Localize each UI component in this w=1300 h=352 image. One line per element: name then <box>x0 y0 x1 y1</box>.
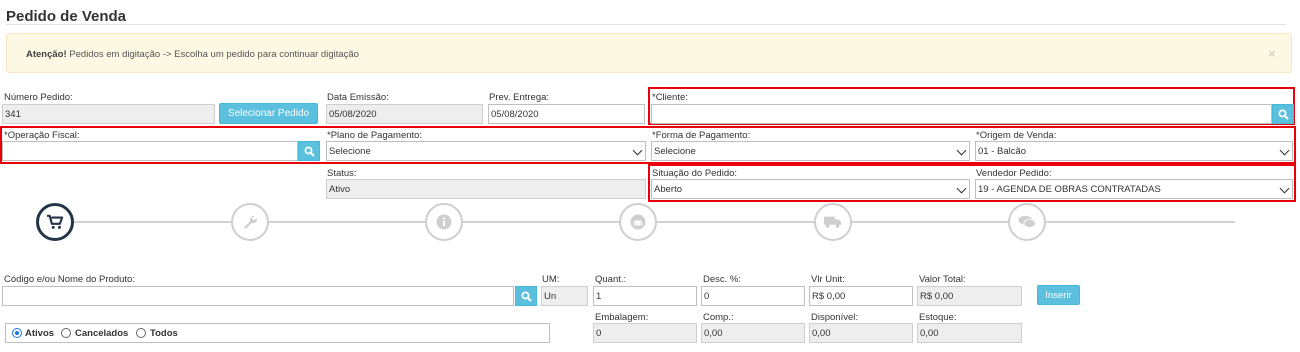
radio-cancelados-label[interactable]: Cancelados <box>75 328 128 339</box>
quant-label: Quant.: <box>595 274 627 285</box>
wrench-icon <box>244 215 258 229</box>
info-icon <box>436 214 452 230</box>
operacao-fiscal-label: *Operação Fiscal: <box>4 130 80 141</box>
step-info[interactable] <box>425 203 463 241</box>
title-divider <box>6 24 1286 25</box>
truck-icon <box>824 216 842 228</box>
origem-venda-value: 01 - Balcão <box>978 146 1027 157</box>
prev-entrega-label: Prev. Entrega: <box>489 92 550 103</box>
vendedor-pedido-select[interactable]: 19 - AGENDA DE OBRAS CONTRATADAS <box>975 179 1293 199</box>
chevron-down-icon <box>632 145 643 156</box>
search-icon <box>1278 109 1289 120</box>
codigo-produto-label: Código e/ou Nome do Produto: <box>4 274 135 285</box>
numero-pedido-label: Número Pedido: <box>4 92 73 103</box>
alert-message: Atenção! Pedidos em digitação -> Escolha… <box>26 49 359 60</box>
status-field[interactable]: Ativo <box>326 179 646 199</box>
plano-pagamento-label: *Plano de Pagamento: <box>327 130 423 141</box>
vendedor-pedido-value: 19 - AGENDA DE OBRAS CONTRATADAS <box>978 184 1161 195</box>
radio-todos[interactable] <box>136 328 146 338</box>
situacao-pedido-select[interactable]: Aberto <box>651 179 970 199</box>
vlr-unit-field[interactable]: R$ 0,00 <box>809 286 913 306</box>
car-icon <box>630 214 646 230</box>
valor-total-label: Valor Total: <box>919 274 966 285</box>
cliente-label: *Cliente: <box>652 92 688 103</box>
status-label: Status: <box>327 168 357 179</box>
forma-pagamento-select[interactable]: Selecione <box>651 141 970 161</box>
valor-total-field[interactable]: R$ 0,00 <box>917 286 1022 306</box>
vendedor-pedido-label: Vendedor Pedido: <box>976 168 1052 179</box>
alert-body: Pedidos em digitação -> Escolha um pedid… <box>66 49 359 60</box>
cliente-search-button[interactable] <box>1272 104 1294 124</box>
disponivel-field[interactable]: 0,00 <box>809 323 913 343</box>
radio-ativos[interactable] <box>12 328 22 338</box>
codigo-produto-field[interactable] <box>2 286 514 306</box>
forma-pagamento-label: *Forma de Pagamento: <box>652 130 751 141</box>
chevron-down-icon <box>956 145 967 156</box>
step-vehicle[interactable] <box>619 203 657 241</box>
chevron-down-icon <box>1279 145 1290 156</box>
situacao-pedido-label: Situação do Pedido: <box>652 168 738 179</box>
search-icon <box>521 291 532 302</box>
operacao-search-button[interactable] <box>298 141 320 161</box>
page-title: Pedido de Venda <box>6 8 127 25</box>
origem-venda-label: *Origem de Venda: <box>976 130 1057 141</box>
embalagem-field[interactable]: 0 <box>593 323 697 343</box>
prev-entrega-field[interactable]: 05/08/2020 <box>488 104 645 124</box>
cliente-field[interactable] <box>651 104 1272 124</box>
comp-field[interactable]: 0,00 <box>701 323 805 343</box>
radio-ativos-label[interactable]: Ativos <box>25 328 54 339</box>
forma-pagamento-value: Selecione <box>654 146 696 157</box>
produto-search-button[interactable] <box>515 286 537 306</box>
alert-strong: Atenção! <box>26 49 67 60</box>
inserir-button[interactable]: Inserir <box>1037 285 1080 305</box>
radio-cancelados[interactable] <box>61 328 71 338</box>
um-label: UM: <box>542 274 560 285</box>
search-icon <box>304 146 315 157</box>
chevron-down-icon <box>1279 183 1290 194</box>
selecionar-pedido-button[interactable]: Selecionar Pedido <box>219 103 318 124</box>
disponivel-label: Disponível: <box>811 312 858 323</box>
radio-todos-label[interactable]: Todos <box>150 328 178 339</box>
step-delivery[interactable] <box>814 203 852 241</box>
situacao-pedido-value: Aberto <box>654 184 682 195</box>
desc-label: Desc. %: <box>703 274 742 285</box>
step-comments[interactable] <box>1008 203 1046 241</box>
vlr-unit-label: Vlr Unit: <box>811 274 845 285</box>
operacao-fiscal-field[interactable] <box>2 141 298 161</box>
embalagem-label: Embalagem: <box>595 312 649 323</box>
close-icon[interactable]: × <box>1268 46 1276 61</box>
data-emissao-field[interactable]: 05/08/2020 <box>326 104 483 124</box>
quant-field[interactable]: 1 <box>593 286 697 306</box>
plano-pagamento-value: Selecione <box>329 146 371 157</box>
numero-pedido-field[interactable]: 341 <box>2 104 215 124</box>
origem-venda-select[interactable]: 01 - Balcão <box>975 141 1293 161</box>
comments-icon <box>1018 215 1036 228</box>
comp-label: Comp.: <box>703 312 734 323</box>
chevron-down-icon <box>956 183 967 194</box>
desc-field[interactable]: 0 <box>701 286 805 306</box>
step-service[interactable] <box>231 203 269 241</box>
plano-pagamento-select[interactable]: Selecione <box>326 141 646 161</box>
cart-icon <box>47 214 64 229</box>
data-emissao-label: Data Emissão: <box>327 92 389 103</box>
step-cart[interactable] <box>36 203 74 241</box>
um-field[interactable]: Un <box>541 286 588 306</box>
estoque-field[interactable]: 0,00 <box>917 323 1022 343</box>
estoque-label: Estoque: <box>919 312 957 323</box>
